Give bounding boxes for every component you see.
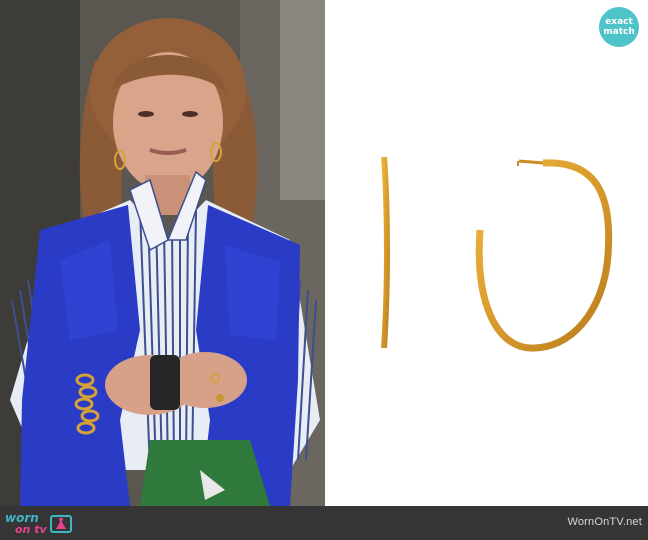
logo-ontv-text: on tv — [15, 523, 47, 536]
tv-icon — [49, 515, 72, 533]
page: exact match worn on tv WornOnTV.net — [0, 0, 648, 540]
woman-in-blue-vest-photo — [0, 0, 325, 506]
badge-line-1: exact — [605, 17, 633, 27]
exact-match-badge: exact match — [599, 7, 639, 47]
site-name: WornOnTV.net — [567, 516, 642, 528]
wornontv-logo[interactable]: worn on tv — [5, 511, 72, 537]
gold-hoop-earrings — [381, 157, 613, 352]
dress-icon — [55, 518, 66, 529]
product-panel — [325, 0, 648, 506]
badge-line-2: match — [603, 27, 635, 37]
footer-bar: worn on tv WornOnTV.net — [0, 506, 648, 540]
logo-text: worn on tv — [5, 512, 47, 536]
outfit-photo — [0, 0, 325, 506]
